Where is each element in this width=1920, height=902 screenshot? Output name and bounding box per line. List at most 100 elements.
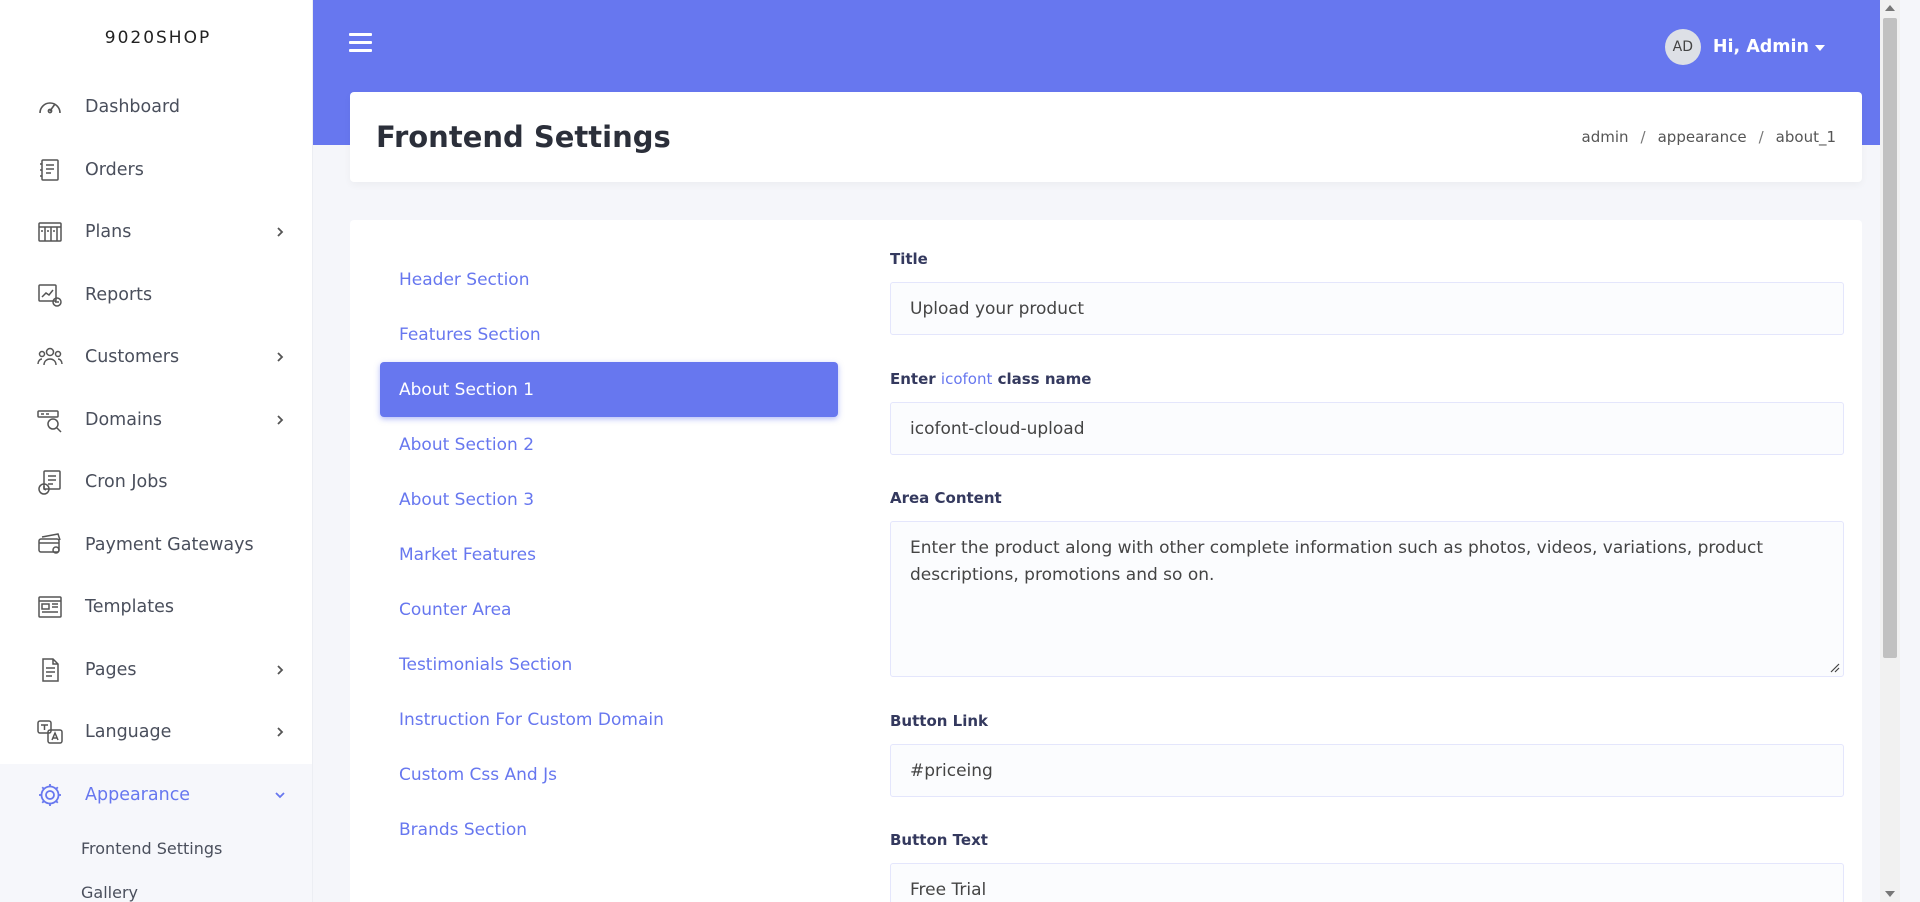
gauge-icon [36, 93, 64, 121]
chevron-right-icon [277, 227, 284, 237]
sidebar-item-orders[interactable]: Orders [0, 139, 312, 202]
payment-icon [36, 531, 64, 559]
section-tab-custom-css-js[interactable]: Custom Css And Js [380, 747, 838, 802]
sidebar-nav: Dashboard Orders Plans Reports Customers… [0, 76, 312, 826]
resize-handle-icon[interactable] [1830, 663, 1840, 673]
sidebar-item-plans[interactable]: Plans [0, 201, 312, 264]
sidebar-item-payment-gateways[interactable]: Payment Gateways [0, 514, 312, 577]
user-greeting: Hi, Admin [1712, 37, 1809, 57]
content-label: Area Content [890, 489, 1002, 507]
scroll-thumb[interactable] [1883, 18, 1897, 658]
brand-logo[interactable]: 9020SHOP [0, 0, 312, 76]
main-area: AD Hi, Admin Frontend Settings admin / a… [313, 0, 1900, 902]
topbar: AD Hi, Admin [313, 0, 1900, 90]
title-input[interactable]: Upload your product [890, 282, 1844, 335]
sidebar-item-templates[interactable]: Templates [0, 576, 312, 639]
section-tab-counter-area[interactable]: Counter Area [380, 582, 838, 637]
button-text-input[interactable]: Free Trial [890, 863, 1844, 902]
caret-down-icon [1815, 45, 1825, 51]
sidebar-item-label: Pages [85, 659, 137, 680]
section-tab-header[interactable]: Header Section [380, 252, 838, 307]
icon-group: Enter icofont class name icofont-cloud-u… [890, 370, 1844, 489]
settings-card: Header Section Features Section About Se… [350, 220, 1862, 902]
sidebar-item-label: Domains [85, 409, 163, 430]
sidebar-item-label: Plans [85, 222, 132, 243]
section-tab-custom-domain[interactable]: Instruction For Custom Domain [380, 692, 838, 747]
icon-label-prefix: Enter [890, 370, 936, 388]
sidebar-item-label: Dashboard [85, 97, 180, 118]
subnav-item-frontend-settings[interactable]: Frontend Settings [0, 826, 312, 870]
orders-icon [36, 156, 64, 184]
button-link-input[interactable]: #priceing [890, 744, 1844, 797]
sidebar-item-reports[interactable]: Reports [0, 264, 312, 327]
reports-icon [36, 281, 64, 309]
page-title: Frontend Settings [376, 120, 671, 154]
chevron-right-icon [277, 415, 284, 425]
appearance-subnav: Frontend Settings Gallery [0, 826, 312, 902]
title-group: Title Upload your product [890, 250, 1844, 370]
customers-icon [36, 343, 64, 371]
section-tab-brands[interactable]: Brands Section [380, 802, 838, 857]
scroll-down-icon[interactable] [1885, 891, 1895, 897]
sidebar-item-label: Templates [85, 597, 174, 618]
avatar: AD [1664, 29, 1701, 65]
button-link-label: Button Link [890, 712, 989, 730]
templates-icon [36, 593, 64, 621]
section-tab-testimonials[interactable]: Testimonials Section [380, 637, 838, 692]
page-scrollbar[interactable] [1880, 0, 1900, 902]
section-tab-about-2[interactable]: About Section 2 [380, 417, 838, 472]
sidebar-item-label: Payment Gateways [85, 534, 254, 555]
breadcrumb-separator: / [1640, 128, 1646, 146]
language-icon [36, 718, 64, 746]
section-tab-about-3[interactable]: About Section 3 [380, 472, 838, 527]
sidebar-item-domains[interactable]: Domains [0, 389, 312, 452]
content-textarea[interactable]: Enter the product along with other compl… [890, 521, 1844, 677]
sidebar-item-label: Language [85, 722, 172, 743]
title-label: Title [890, 250, 928, 268]
section-tab-market-features[interactable]: Market Features [380, 527, 838, 582]
sidebar-item-cron-jobs[interactable]: Cron Jobs [0, 451, 312, 514]
section-nav: Header Section Features Section About Se… [380, 252, 838, 857]
chevron-right-icon [277, 352, 284, 362]
breadcrumb-item: about_1 [1775, 128, 1836, 146]
button-text-group: Button Text Free Trial [890, 831, 1844, 902]
sidebar-item-pages[interactable]: Pages [0, 639, 312, 702]
gear-icon [36, 781, 64, 809]
icofont-link[interactable]: icofont [941, 370, 992, 388]
icon-label-suffix: class name [997, 370, 1092, 388]
scroll-up-icon[interactable] [1885, 5, 1895, 11]
sidebar-item-dashboard[interactable]: Dashboard [0, 76, 312, 139]
breadcrumb-separator: / [1758, 128, 1764, 146]
domains-icon [36, 406, 64, 434]
user-menu[interactable]: AD Hi, Admin [1664, 29, 1825, 65]
about-section-form: Title Upload your product Enter icofont … [890, 250, 1844, 902]
breadcrumb-item[interactable]: appearance [1658, 128, 1747, 146]
sidebar-item-label: Reports [85, 284, 153, 305]
sidebar: 9020SHOP Dashboard Orders Plans Reports [0, 0, 313, 902]
button-link-group: Button Link #priceing [890, 712, 1844, 831]
page-header: Frontend Settings admin / appearance / a… [350, 92, 1862, 182]
subnav-item-gallery[interactable]: Gallery [0, 870, 312, 902]
chevron-right-icon [277, 665, 284, 675]
button-text-label: Button Text [890, 831, 988, 849]
section-tab-about-1[interactable]: About Section 1 [380, 362, 838, 417]
menu-toggle-icon[interactable] [349, 33, 372, 55]
sidebar-item-label: Cron Jobs [85, 472, 168, 493]
sidebar-item-language[interactable]: Language [0, 701, 312, 764]
sidebar-item-label: Customers [85, 347, 180, 368]
breadcrumb: admin / appearance / about_1 [1582, 128, 1836, 146]
sidebar-item-label: Orders [85, 159, 144, 180]
plans-icon [36, 218, 64, 246]
sidebar-item-appearance[interactable]: Appearance [0, 763, 312, 826]
pages-icon [36, 656, 64, 684]
icon-label: Enter icofont class name [890, 370, 1844, 390]
breadcrumb-item[interactable]: admin [1582, 128, 1629, 146]
sidebar-item-customers[interactable]: Customers [0, 326, 312, 389]
content-group: Area Content Enter the product along wit… [890, 489, 1844, 712]
content-text: Enter the product along with other compl… [910, 538, 1763, 585]
sidebar-item-label: Appearance [85, 784, 191, 805]
chevron-right-icon [277, 727, 284, 737]
icon-class-input[interactable]: icofont-cloud-upload [890, 402, 1844, 455]
chevron-down-icon [275, 792, 285, 799]
section-tab-features[interactable]: Features Section [380, 307, 838, 362]
